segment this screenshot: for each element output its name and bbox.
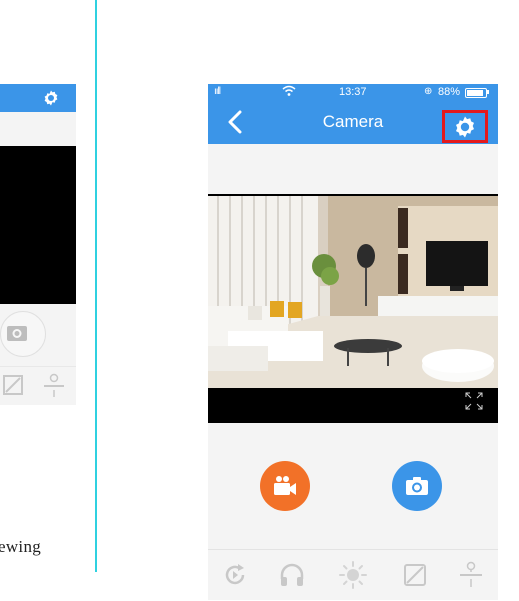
camera-icon bbox=[406, 477, 428, 495]
status-bar: ııll 13:37 ⊕ 88% bbox=[208, 84, 498, 100]
slider-icon bbox=[460, 561, 482, 587]
snapshot-button[interactable] bbox=[392, 461, 442, 511]
left-video-area bbox=[0, 146, 76, 304]
signal-indicator: ııll bbox=[214, 86, 221, 97]
contrast-button[interactable] bbox=[398, 558, 432, 592]
phone-screen: ııll 13:37 ⊕ 88% Camera bbox=[208, 84, 498, 600]
slider-icon[interactable] bbox=[34, 367, 74, 405]
headphones-icon bbox=[280, 563, 304, 586]
battery-icon bbox=[465, 88, 487, 98]
contrast-icon bbox=[404, 564, 426, 586]
camera-icon bbox=[7, 326, 27, 341]
audio-button[interactable] bbox=[275, 558, 309, 592]
caption-fragment: ewing bbox=[0, 537, 42, 556]
rotate-button[interactable] bbox=[218, 558, 252, 592]
left-nav-bar bbox=[0, 84, 76, 112]
gear-icon[interactable] bbox=[42, 89, 60, 107]
video-feed[interactable] bbox=[208, 194, 498, 423]
panel-divider bbox=[95, 0, 97, 572]
brightness-icon bbox=[339, 561, 367, 589]
left-controls bbox=[0, 304, 76, 366]
gear-icon bbox=[456, 116, 474, 137]
rotate-icon bbox=[225, 564, 245, 585]
battery-level bbox=[467, 90, 483, 96]
battery-tip bbox=[487, 90, 489, 94]
wifi-icon bbox=[282, 85, 296, 96]
left-phone-partial: ewing bbox=[0, 0, 90, 601]
brightness-button[interactable] bbox=[336, 558, 370, 592]
left-toolbar bbox=[0, 366, 76, 405]
status-time: 13:37 bbox=[339, 86, 367, 98]
living-room-image bbox=[208, 196, 498, 388]
nav-bar: Camera bbox=[208, 100, 498, 144]
orientation-lock-icon: ⊕ bbox=[424, 86, 433, 97]
capture-controls bbox=[208, 423, 498, 549]
battery-percent: 88% bbox=[438, 86, 461, 98]
resolution-button[interactable] bbox=[454, 558, 488, 592]
record-button[interactable] bbox=[260, 461, 310, 511]
settings-button[interactable] bbox=[442, 110, 488, 143]
left-snapshot-button[interactable] bbox=[0, 311, 46, 357]
bottom-toolbar bbox=[208, 549, 498, 600]
video-camera-icon bbox=[274, 476, 296, 495]
left-sub-bar bbox=[0, 112, 76, 146]
expand-icon[interactable] bbox=[464, 391, 484, 411]
